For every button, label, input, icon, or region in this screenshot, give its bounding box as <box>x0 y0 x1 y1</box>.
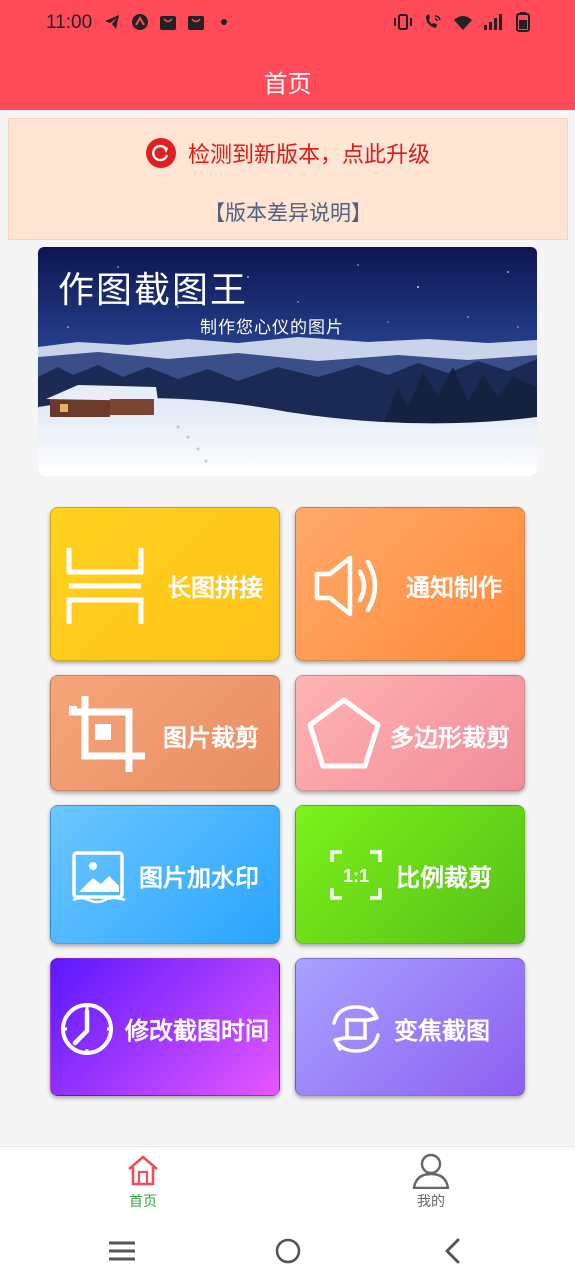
crop-icon <box>67 694 147 778</box>
nav-label-home: 首页 <box>129 1194 157 1210</box>
tile-polygon-crop[interactable]: 多边形裁剪 <box>295 675 525 791</box>
version-diff-link[interactable]: 【版本差异说明】 <box>9 197 567 227</box>
tile-label: 变焦截图 <box>394 1017 490 1045</box>
page-title: 首页 <box>263 70 312 98</box>
tile-image-watermark[interactable]: 图片加水印 <box>50 805 280 944</box>
tile-label: 比例裁剪 <box>396 864 492 892</box>
tile-label: 多边形裁剪 <box>390 724 510 752</box>
image-watermark-icon <box>71 848 127 908</box>
banner-title: 作图截图王 <box>58 270 249 311</box>
zoom-rotate-icon <box>328 1001 384 1061</box>
app-icon <box>130 12 150 32</box>
telegram-icon <box>102 12 122 32</box>
tile-label: 图片裁剪 <box>163 724 259 752</box>
long-image-stitch-icon <box>65 546 145 630</box>
tile-ratio-crop[interactable]: 1:1 比例裁剪 <box>295 805 525 944</box>
tile-notification-maker[interactable]: 通知制作 <box>295 507 525 661</box>
battery-icon <box>513 12 533 32</box>
back-icon[interactable] <box>442 1237 462 1269</box>
update-message[interactable]: 检测到新版本，点此升级 <box>188 137 430 169</box>
nav-item-me[interactable]: 我的 <box>391 1153 471 1211</box>
ratio-1-1-icon: 1:1 <box>330 850 382 904</box>
tile-edit-screenshot-time[interactable]: 修改截图时间 <box>50 958 280 1096</box>
title-bar: 首页 <box>0 48 575 110</box>
hero-banner: 作图截图王 制作您心仪的图片 <box>38 247 537 476</box>
home-icon <box>103 1153 183 1189</box>
bottom-nav: 首页 我的 <box>0 1146 575 1220</box>
signal-icon <box>483 12 503 32</box>
tile-image-crop[interactable]: 图片裁剪 <box>50 675 280 791</box>
nav-item-home[interactable]: 首页 <box>103 1153 183 1211</box>
tile-label: 修改截图时间 <box>125 1017 269 1045</box>
tile-label: 长图拼接 <box>167 574 263 602</box>
tile-label: 图片加水印 <box>139 864 259 892</box>
clock-icon <box>59 1001 115 1061</box>
shop-icon <box>186 12 206 32</box>
status-time: 11:00 <box>46 12 93 33</box>
home-circle-icon[interactable] <box>274 1237 302 1269</box>
tile-label: 通知制作 <box>406 574 502 602</box>
refresh-icon <box>145 138 176 168</box>
shop-icon <box>158 12 178 32</box>
tile-zoom-screenshot[interactable]: 变焦截图 <box>295 958 525 1096</box>
svg-text:1:1: 1:1 <box>343 866 369 886</box>
nav-label-me: 我的 <box>417 1194 445 1210</box>
banner-subtitle: 制作您心仪的图片 <box>200 318 344 338</box>
status-bar: 11:00 <box>0 0 575 48</box>
wifi-call-icon <box>423 12 443 32</box>
pentagon-icon <box>304 694 384 778</box>
system-nav-bar <box>0 1220 575 1280</box>
wifi-icon <box>453 12 473 32</box>
user-icon <box>391 1153 471 1190</box>
speaker-icon <box>314 554 382 622</box>
tile-long-image-stitch[interactable]: 长图拼接 <box>50 507 280 661</box>
menu-icon[interactable] <box>108 1240 136 1266</box>
update-banner[interactable]: 检测到新版本，点此升级 【版本差异说明】 <box>8 118 568 240</box>
dot-icon <box>214 12 234 32</box>
vibrate-icon <box>393 12 413 32</box>
